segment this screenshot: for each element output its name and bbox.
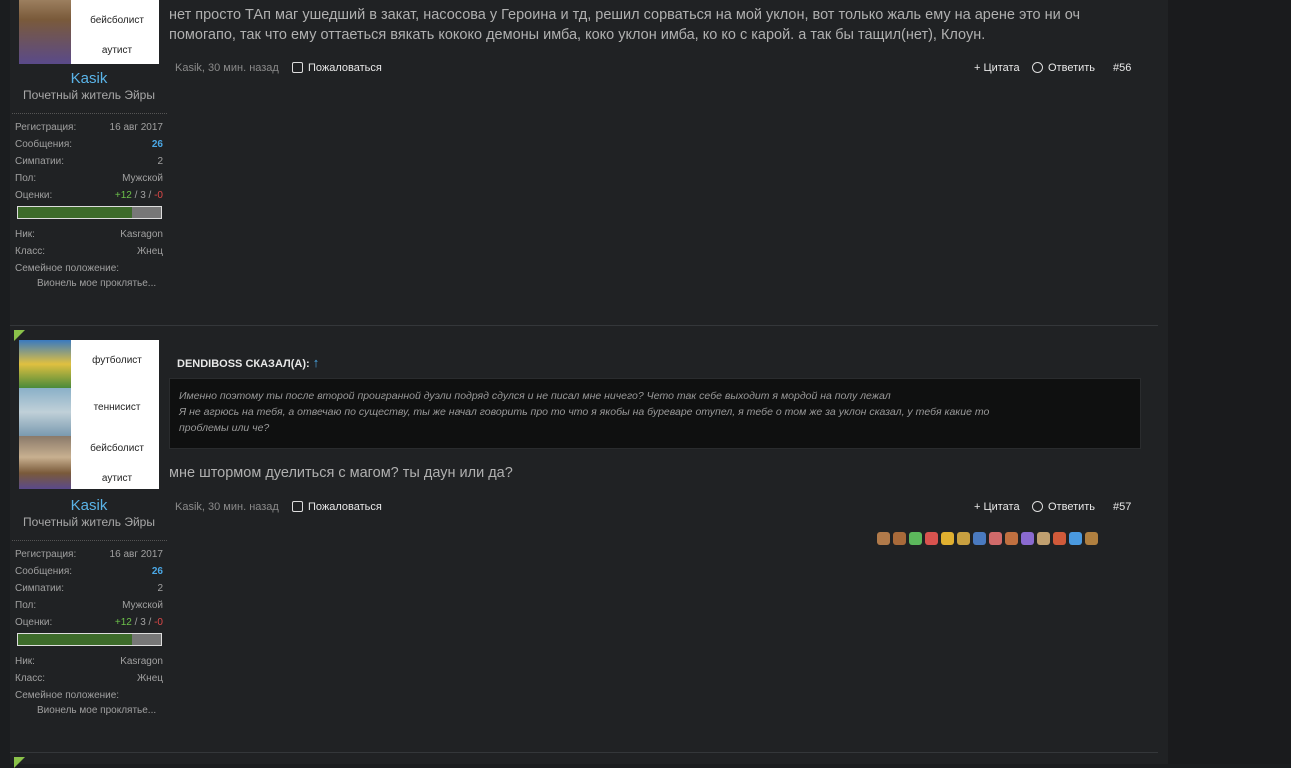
stat-likes: Симпатии: 2	[15, 156, 163, 167]
stat-gender: Пол: Мужской	[15, 173, 163, 184]
stat-family-value: Вионель мое проклятье...	[37, 278, 157, 289]
report-button[interactable]: Пожаловаться	[292, 62, 382, 74]
reply-button[interactable]: Ответить	[1032, 501, 1095, 513]
quote-author: DENDIBOSS СКАЗАЛ(А):	[177, 358, 310, 370]
stat-likes: Симпатии: 2	[15, 583, 163, 594]
avatar-caption: бейсболист	[90, 15, 144, 26]
wallet-icon[interactable]	[1085, 532, 1098, 545]
message-line: нет просто ТАп маг ушедший в закат, насо…	[169, 7, 1081, 23]
user-avatar[interactable]: футболист теннисист бейсболист аутист	[19, 340, 159, 489]
stat-family-value: Вионель мое проклятье...	[37, 705, 157, 716]
alarm-icon[interactable]	[1053, 532, 1066, 545]
stat-class: Класс: Жнец	[15, 673, 163, 684]
stat-nick: Ник: Kasragon	[15, 229, 163, 240]
quote-line: Именно поэтому ты после второй проигранн…	[179, 390, 891, 402]
heart-icon[interactable]	[989, 532, 1002, 545]
wrench-icon[interactable]	[1005, 532, 1018, 545]
new-post-marker	[14, 757, 25, 768]
jump-to-quote-icon[interactable]: ↑	[313, 355, 320, 370]
quote-header: DENDIBOSS СКАЗАЛ(А): ↑	[177, 355, 319, 370]
grin-icon[interactable]	[941, 532, 954, 545]
info-icon[interactable]	[973, 532, 986, 545]
report-button[interactable]: Пожаловаться	[292, 501, 382, 513]
checkbox-icon[interactable]	[1069, 532, 1082, 545]
avatar-caption: бейсболист	[90, 443, 144, 454]
post-number-link[interactable]: #56	[1113, 62, 1131, 74]
post-message: нет просто ТАп маг ушедший в закат, насо…	[169, 5, 1149, 45]
user-avatar[interactable]: бейсболист аутист	[19, 0, 159, 64]
stat-family: Семейное положение:	[15, 690, 120, 701]
stat-rating: Оценки: +12 / 3 / -0	[15, 190, 163, 201]
messages-count-link[interactable]: 26	[152, 566, 163, 577]
post-corner-wrap	[10, 757, 1158, 768]
post-corner-wrap	[10, 330, 1158, 341]
rating-bar	[17, 206, 162, 219]
reply-button[interactable]: Ответить	[1032, 62, 1095, 74]
sidebar-divider	[12, 113, 167, 114]
rating-bar	[17, 633, 162, 646]
username-link[interactable]: Kasik	[0, 70, 178, 87]
user-title: Почетный житель Эйры	[23, 515, 155, 529]
rainbow-icon[interactable]	[1021, 532, 1034, 545]
rating-bar-fill	[18, 207, 133, 218]
quote-block: Именно поэтому ты после второй проигранн…	[169, 378, 1141, 449]
sidebar-divider	[12, 540, 167, 541]
post-number-link[interactable]: #57	[1113, 501, 1131, 513]
post-author-time-link[interactable]: Kasik, 30 мин. назад	[175, 501, 279, 513]
post-meta: Kasik, 30 мин. назад Пожаловаться + Цита…	[175, 501, 1150, 513]
quote-button[interactable]: + Цитата	[974, 501, 1020, 513]
stat-registration: Регистрация: 16 авг 2017	[15, 122, 163, 133]
post-author-time-link[interactable]: Kasik, 30 мин. назад	[175, 62, 279, 74]
reaction-bar	[877, 532, 1101, 546]
stat-messages: Сообщения: 26	[15, 566, 163, 577]
rating-bar-fill	[18, 634, 133, 645]
stat-rating: Оценки: +12 / 3 / -0	[15, 617, 163, 628]
avatar-caption: аутист	[101, 45, 133, 56]
dislike-icon[interactable]	[893, 532, 906, 545]
message-line: помогапо, так что ему оттаеться вякать к…	[169, 27, 986, 43]
username-link[interactable]: Kasik	[0, 497, 178, 514]
avatar-caption: аутист	[101, 473, 133, 484]
post-divider	[10, 325, 1158, 326]
user-title: Почетный житель Эйры	[23, 88, 155, 102]
stat-family: Семейное положение:	[15, 263, 120, 274]
post-divider	[10, 752, 1158, 753]
quote-button[interactable]: + Цитата	[974, 62, 1020, 74]
quote-line: Я не агрюсь на тебя, а отвечаю по сущест…	[179, 406, 990, 418]
avatar-caption: футболист	[92, 355, 142, 366]
quote-line: проблемы или че?	[179, 422, 270, 434]
report-icon	[292, 62, 303, 73]
stat-class: Класс: Жнец	[15, 246, 163, 257]
report-icon	[292, 501, 303, 512]
stat-nick: Ник: Kasragon	[15, 656, 163, 667]
stat-messages: Сообщения: 26	[15, 139, 163, 150]
medal-icon[interactable]	[957, 532, 970, 545]
stat-gender: Пол: Мужской	[15, 600, 163, 611]
reply-icon	[1032, 62, 1043, 73]
check-icon[interactable]	[909, 532, 922, 545]
post-message: мне штормом дуелиться с магом? ты даун и…	[169, 465, 513, 481]
stat-registration: Регистрация: 16 авг 2017	[15, 549, 163, 560]
avatar-caption: теннисист	[93, 402, 141, 413]
messages-count-link[interactable]: 26	[152, 139, 163, 150]
reply-icon	[1032, 501, 1043, 512]
cross-icon[interactable]	[925, 532, 938, 545]
like-icon[interactable]	[877, 532, 890, 545]
post-meta: Kasik, 30 мин. назад Пожаловаться + Цита…	[175, 62, 1150, 74]
right-margin	[1168, 0, 1291, 764]
brush-icon[interactable]	[1037, 532, 1050, 545]
